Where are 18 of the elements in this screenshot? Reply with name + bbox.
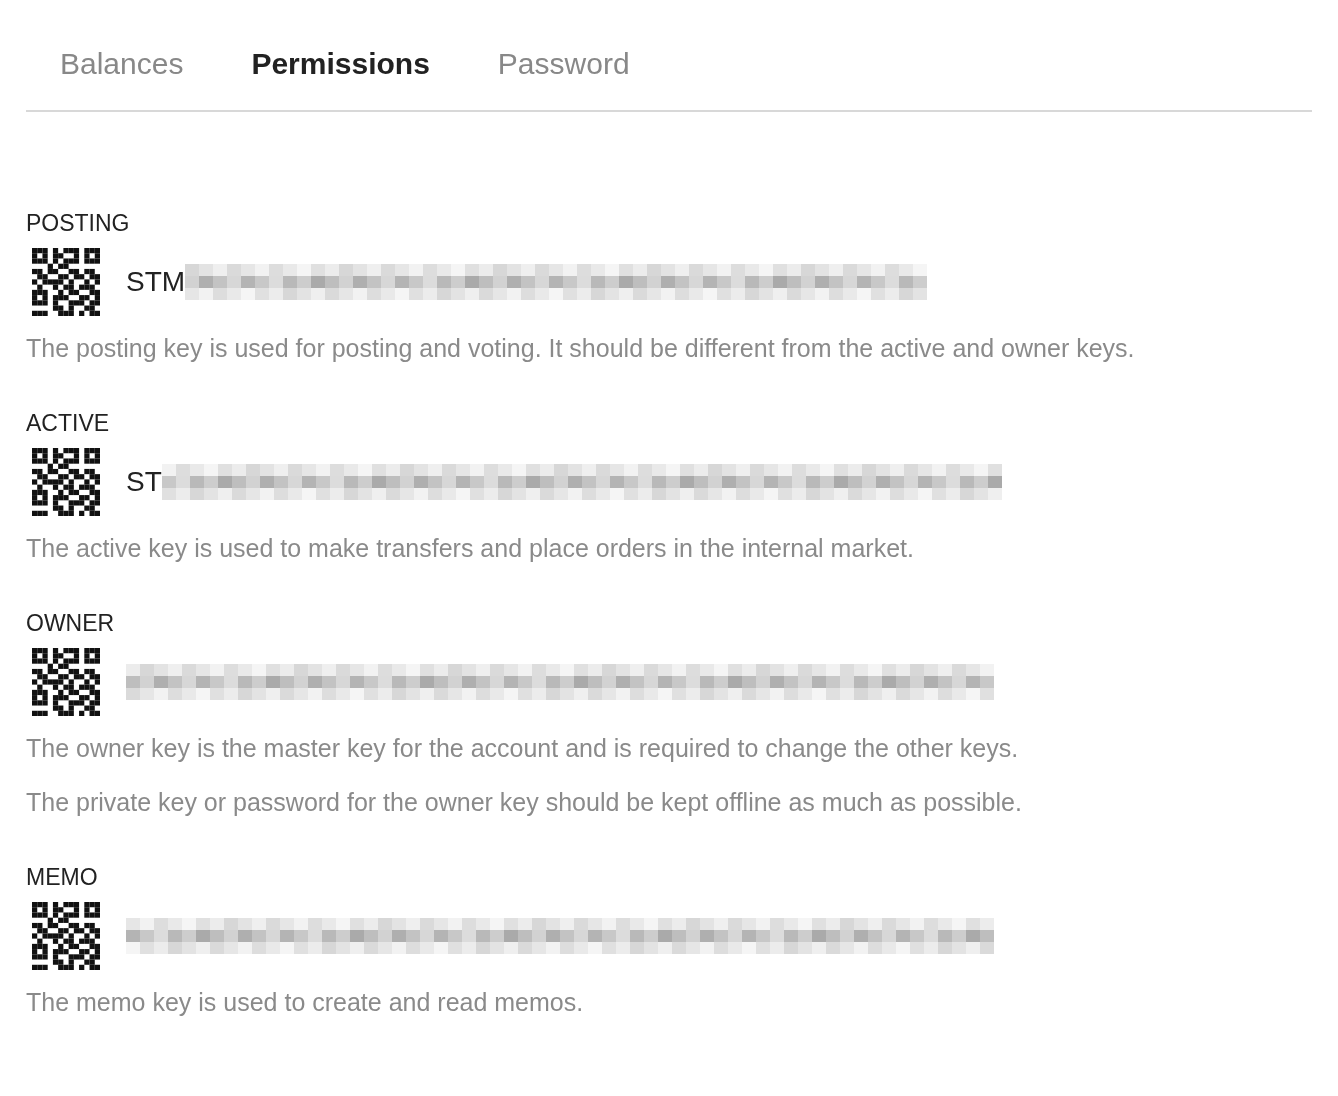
- key-description: The active key is used to make transfers and place orders in the internal market.: [26, 533, 915, 564]
- tab[interactable]: Permissions: [251, 44, 430, 84]
- key-label: MEMO: [26, 863, 99, 892]
- tab[interactable]: Balances: [60, 44, 184, 84]
- key-label: OWNER: [26, 609, 116, 638]
- qr-code-icon: [32, 448, 100, 516]
- key-description: The memo key is used to create and read memos.: [26, 987, 585, 1018]
- public-key: STM: [126, 261, 186, 303]
- public-key: ST: [126, 461, 162, 503]
- key-description: The owner key is the master key for the account and is required to change the other keys.: [26, 733, 1020, 764]
- qr-code-icon: [32, 648, 100, 716]
- key-label: POSTING: [26, 209, 131, 238]
- qr-code-icon: [32, 902, 100, 970]
- key-description: The posting key is used for posting and voting. It should be different from the active and owner keys.: [26, 333, 1136, 364]
- qr-code-icon: [32, 248, 100, 316]
- key-description: The private key or password for the owner key should be kept offline as much as possible.: [26, 787, 1023, 818]
- key-label: ACTIVE: [26, 409, 111, 438]
- tab[interactable]: Password: [497, 44, 630, 84]
